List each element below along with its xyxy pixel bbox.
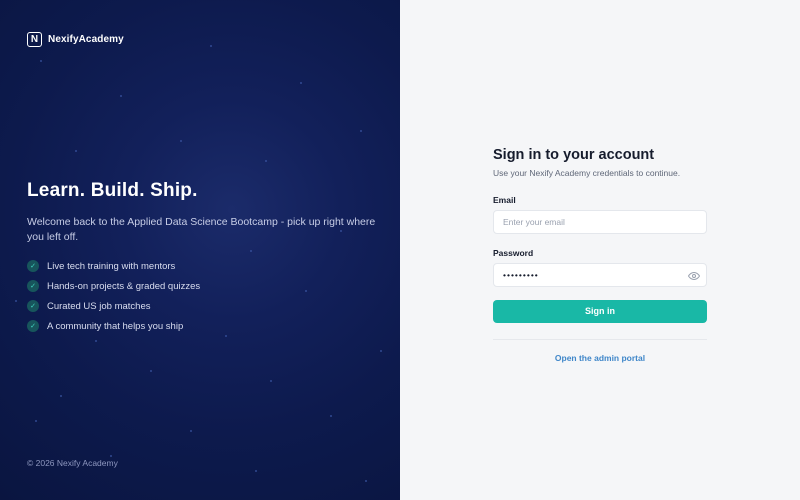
hero-content: Learn. Build. Ship. Welcome back to the … (27, 180, 377, 336)
feature-label: Hands-on projects & graded quizzes (47, 280, 201, 292)
email-label: Email (493, 195, 516, 205)
admin-portal-link[interactable]: Open the admin portal (493, 353, 707, 363)
check-icon: ✓ (27, 300, 39, 312)
check-icon: ✓ (27, 260, 39, 272)
password-input[interactable] (503, 270, 697, 280)
check-icon: ✓ (27, 280, 39, 292)
feature-item: ✓ Hands-on projects & graded quizzes (27, 276, 377, 296)
signin-panel: Sign in to your account Use your Nexify … (400, 0, 800, 500)
hero-description: Welcome back to the Applied Data Science… (27, 216, 376, 243)
feature-label: A community that helps you ship (47, 320, 184, 332)
signin-form: Sign in to your account Use your Nexify … (493, 147, 707, 363)
email-input[interactable] (503, 217, 697, 227)
brand-name: NexifyAcademy (48, 34, 124, 45)
password-label: Password (493, 248, 534, 258)
feature-item: ✓ Curated US job matches (27, 296, 377, 316)
feature-list: ✓ Live tech training with mentors ✓ Hand… (27, 256, 377, 336)
eye-icon[interactable] (688, 270, 700, 282)
password-field-wrapper (493, 263, 707, 287)
form-subtitle: Use your Nexify Academy credentials to c… (493, 168, 681, 178)
check-icon: ✓ (27, 320, 39, 332)
feature-item: ✓ Live tech training with mentors (27, 256, 377, 276)
feature-label: Live tech training with mentors (47, 260, 176, 272)
signin-button[interactable]: Sign in (493, 299, 707, 323)
divider (493, 338, 707, 340)
hero-title: Learn. Build. Ship. (27, 180, 198, 201)
feature-item: ✓ A community that helps you ship (27, 316, 377, 336)
feature-label: Curated US job matches (47, 300, 151, 312)
hero-panel: N NexifyAcademy Learn. Build. Ship. Welc… (0, 0, 400, 500)
brand: N NexifyAcademy (27, 32, 124, 47)
email-field-wrapper (493, 210, 707, 234)
copyright: © 2026 Nexify Academy (27, 458, 118, 468)
logo-icon: N (27, 32, 42, 47)
form-title: Sign in to your account (493, 147, 655, 163)
